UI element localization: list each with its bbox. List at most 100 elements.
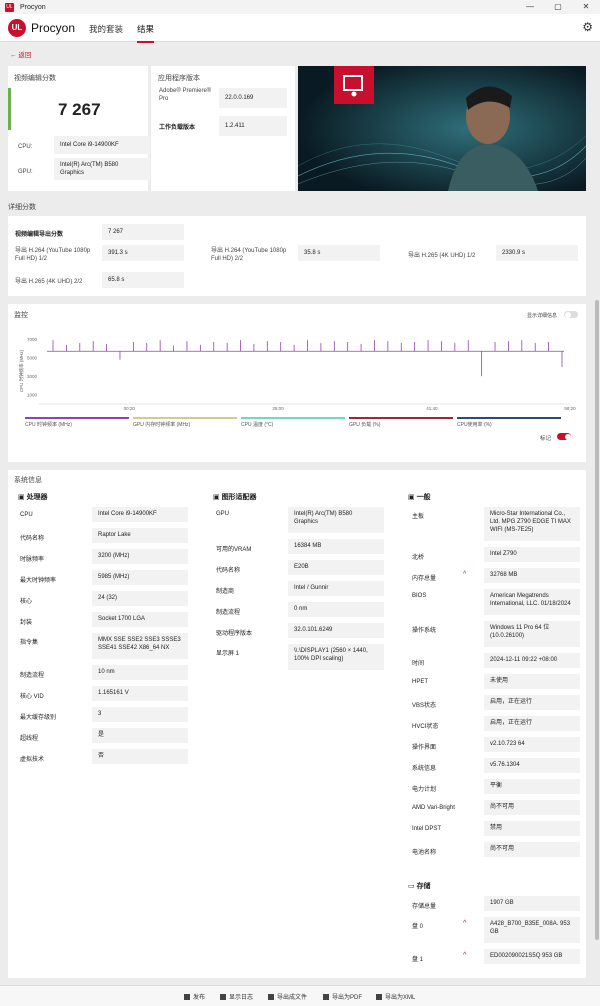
export-file-button[interactable]: 导出成文件	[268, 992, 307, 1001]
info-label: 时脉频率	[20, 557, 45, 563]
info-value: 尚不可用	[484, 800, 580, 815]
log-icon	[220, 994, 226, 1000]
info-label: 核心 VID	[20, 694, 44, 700]
expand-caret-icon[interactable]: ^	[463, 920, 466, 927]
ul-logo: UL	[8, 19, 26, 37]
cpu-value: Intel Core i9-14900KF	[54, 136, 150, 154]
legend-swatch	[349, 417, 453, 419]
info-label: 超线程	[20, 736, 39, 742]
info-label: 操作界面	[412, 745, 437, 751]
legend-swatch	[133, 417, 237, 419]
legend-item[interactable]: CPU 时钟频率 (MHz)	[25, 417, 129, 428]
detail-item-value: 2330.9 s	[496, 245, 578, 261]
x-tick-label: 25:00	[272, 406, 284, 411]
info-label: HPET	[412, 679, 429, 685]
legend-label: GPU 内存时钟频率 (MHz)	[133, 422, 191, 428]
y-tick-label: 1000	[27, 392, 38, 397]
info-label: 代码名称	[216, 568, 241, 574]
info-value: 24 (32)	[92, 591, 188, 606]
y-tick-label: 3000	[27, 374, 38, 379]
markers-label: 标记	[540, 436, 552, 442]
close-button[interactable]: ✕	[572, 0, 600, 14]
info-value: 启用，正在运行	[484, 695, 580, 710]
nav-my-suites[interactable]: 我的套装	[89, 23, 123, 35]
x-tick-label: 41:40	[426, 406, 438, 411]
info-value: Intel Core i9-14900KF	[92, 507, 188, 522]
back-link[interactable]: ← 返回	[10, 49, 31, 59]
legend-item[interactable]: GPU 内存时钟频率 (MHz)	[133, 417, 237, 428]
show-details-toggle[interactable]	[564, 311, 578, 318]
info-value: E20B	[288, 560, 384, 575]
info-label: 主板	[412, 514, 425, 520]
export-pdf-button[interactable]: 导出为PDF	[323, 992, 362, 1001]
legend-label: CPU 温度 (°C)	[241, 422, 274, 428]
expand-caret-icon[interactable]: ^	[463, 952, 466, 959]
info-label: GPU	[216, 511, 230, 517]
info-value: 平衡	[484, 779, 580, 794]
app-version-title: 应用程序版本	[158, 75, 200, 82]
bottom-action-bar: 发布 显示日志 导出成文件 导出为PDF 导出为XML	[0, 985, 600, 1006]
legend-item[interactable]: CPU 温度 (°C)	[241, 417, 345, 428]
info-label: 制造流程	[20, 673, 45, 679]
legend-swatch	[25, 417, 129, 419]
show-log-button[interactable]: 显示日志	[220, 992, 253, 1001]
maximize-button[interactable]: ▢	[544, 0, 572, 14]
minimize-button[interactable]: —	[516, 0, 544, 14]
info-label: CPU	[20, 512, 33, 518]
workload-version-value: 1.2.411	[219, 116, 287, 136]
detail-item-label: 导出 H.265 (4K UHD) 1/2	[408, 253, 476, 259]
gear-icon[interactable]: ⚙	[582, 20, 593, 34]
cpu-icon: ▣	[18, 494, 27, 501]
gpu-label: GPU:	[18, 169, 33, 175]
markers-toggle[interactable]	[557, 433, 571, 440]
info-value: 3	[92, 707, 188, 722]
legend-item[interactable]: CPU使用率 (%)	[457, 417, 561, 428]
info-label: 操作系统	[412, 628, 437, 634]
export-icon	[376, 994, 382, 1000]
info-value: American Megatrends International, LLC. …	[484, 589, 580, 615]
display-icon: ▣	[213, 494, 222, 501]
legend-swatch	[457, 417, 561, 419]
info-label: 存储总量	[412, 904, 437, 910]
info-value: 未使用	[484, 674, 580, 689]
detail-item-label: 导出 H.265 (4K UHD) 2/2	[15, 279, 83, 285]
info-value: v5.76.1304	[484, 758, 580, 773]
info-label: AMD Vari-Bright	[412, 805, 455, 811]
info-label: 封装	[20, 620, 33, 626]
info-value: 2024-12-11 09:22 +08:00	[484, 653, 580, 668]
x-tick-label: 00:20	[124, 406, 136, 411]
export-icon	[323, 994, 329, 1000]
info-label: 指令集	[20, 640, 39, 646]
app-version-card: 应用程序版本 Adobe® Premiere® Pro 22.0.0.169 工…	[151, 66, 295, 191]
score-card: 视频编辑分数 7 267 CPU: Intel Core i9-14900KF …	[8, 66, 150, 191]
gpu-value: Intel(R) Arc(TM) B580 Graphics	[54, 158, 150, 180]
info-label: 内存总量	[412, 576, 437, 582]
computer-icon: ▣	[408, 494, 417, 501]
detail-item-value: 35.8 s	[298, 245, 380, 261]
info-label: BIOS	[412, 593, 427, 599]
detail-item-label: 导出 H.264 (YouTube 1080p Full HD) 1/2	[15, 248, 91, 262]
info-label: 制造商	[216, 589, 235, 595]
legend-swatch	[241, 417, 345, 419]
info-value: Micro-Star International Co., Ltd. MPG Z…	[484, 507, 580, 541]
legend-item[interactable]: GPU 负载 (%)	[349, 417, 453, 428]
app-name-label: Adobe® Premiere® Pro	[159, 88, 212, 102]
workload-version-label: 工作负载版本	[159, 125, 196, 131]
export-xml-button[interactable]: 导出为XML	[376, 992, 415, 1001]
detail-scores-title: 详细分数	[8, 204, 36, 211]
detail-item-value: 65.8 s	[102, 272, 184, 288]
publish-button[interactable]: 发布	[184, 992, 205, 1001]
storage-icon: ▭	[408, 883, 417, 890]
vertical-scrollbar[interactable]	[595, 300, 599, 940]
system-info-card: 系统信息 ▣ 处理器 ▣ 图形适配器 ▣ 一般 ▭ 存储 CPU Intel Co…	[8, 470, 586, 978]
detail-item-label: 导出 H.264 (YouTube 1080p Full HD) 2/2	[211, 248, 287, 262]
info-value: \\.\DISPLAY1 (2560 × 1440, 100% DPI scal…	[288, 644, 384, 670]
expand-caret-icon[interactable]: ^	[463, 571, 466, 578]
info-label: 可用的VRAM	[216, 547, 252, 553]
nav-results[interactable]: 结果	[137, 23, 155, 43]
export-score-label: 视频编辑导出分数	[15, 232, 64, 238]
y-axis-label: CPU 时钟频率 (MHz)	[18, 349, 25, 392]
toggle-knob	[564, 433, 571, 440]
show-details-label: 显示详细信息	[527, 313, 558, 319]
cpu-section-heading: ▣ 处理器	[18, 494, 48, 501]
